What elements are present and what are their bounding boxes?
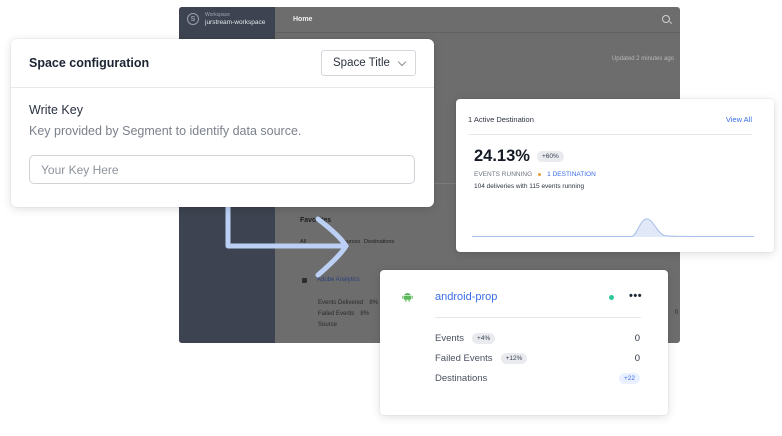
- card-divider: [435, 317, 641, 318]
- favorites-title: Favorites: [300, 217, 332, 224]
- status-indicator-icon: [609, 295, 614, 300]
- card-title: Space configuration: [29, 56, 150, 70]
- percent-value: 24.13%: [474, 147, 530, 165]
- tab-all[interactable]: All: [300, 239, 340, 245]
- active-destination-card: 1 Active Destination View All 24.13% +60…: [456, 99, 774, 252]
- row-value: 0: [634, 353, 640, 364]
- row-label: Events: [435, 333, 465, 344]
- write-key-label: Write Key: [29, 103, 83, 117]
- workspace-name: jurstream-workspace: [205, 18, 266, 26]
- favorites-tabs: All Sources Destinations: [300, 239, 394, 245]
- favorite-item-name[interactable]: Adobe Analytics: [317, 277, 360, 283]
- space-title-select[interactable]: Space Title: [321, 50, 416, 76]
- space-configuration-card: Space configuration Space Title Write Ke…: [11, 39, 434, 207]
- list-item: Destinations +22: [435, 373, 640, 384]
- percent-stat: 24.13% +60%: [474, 147, 564, 166]
- adobe-analytics-icon: [302, 278, 307, 283]
- deliveries-summary: 104 deliveries with 115 events running: [474, 183, 585, 190]
- destinations-count-badge[interactable]: +22: [618, 373, 640, 384]
- row-label: Destinations: [435, 373, 488, 384]
- select-value: Space Title: [333, 57, 390, 69]
- card-header: 1 Active Destination View All: [468, 115, 752, 135]
- write-key-input[interactable]: [29, 155, 415, 184]
- events-running-label: EVENTS RUNNING: [474, 171, 533, 178]
- workspace-switcher[interactable]: S Workspace jurstream-workspace: [187, 12, 266, 26]
- segment-logo-icon: S: [187, 13, 199, 26]
- row-value: 0: [634, 333, 640, 344]
- favorite-item-stats: Events Delivered 8% Failed Events 8% Sourc…: [318, 298, 378, 331]
- destination-count-link[interactable]: 1 DESTINATION: [547, 171, 596, 178]
- list-item: Failed Events +12% 0: [435, 353, 640, 364]
- android-source-card: android-prop ••• Events +4% 0 Failed Eve…: [380, 270, 668, 415]
- source-name-link[interactable]: android-prop: [435, 291, 497, 303]
- list-item: Events +4% 0: [435, 333, 640, 344]
- change-badge: +4%: [472, 333, 496, 344]
- list-item: Failed Events 8%: [318, 311, 370, 317]
- updated-timestamp: Updated 2 minutes ago: [611, 56, 674, 62]
- row-label: Failed Events: [435, 353, 493, 364]
- change-badge: +12%: [500, 353, 528, 364]
- write-key-description: Key provided by Segment to identify data…: [29, 124, 302, 138]
- card-title: 1 Active Destination: [468, 115, 534, 124]
- android-icon: [402, 293, 413, 302]
- separator-dot-icon: [538, 173, 542, 176]
- card-header: Space configuration Space Title: [11, 39, 434, 88]
- list-item: Source: [318, 322, 338, 328]
- more-options-icon[interactable]: •••: [629, 290, 642, 302]
- destination-meta: EVENTS RUNNING 1 DESTINATION: [474, 171, 596, 178]
- search-icon[interactable]: [662, 15, 670, 23]
- stat-value: 0: [674, 310, 678, 316]
- page-title: Home: [293, 16, 313, 23]
- sparkline-chart: [472, 218, 754, 237]
- change-badge: +60%: [536, 151, 564, 162]
- tab-sources[interactable]: Sources: [340, 239, 364, 245]
- view-all-link[interactable]: View All: [726, 115, 752, 134]
- chevron-down-icon: [397, 57, 407, 66]
- list-item: Events Delivered 8%: [318, 300, 379, 306]
- tab-destinations[interactable]: Destinations: [364, 239, 394, 245]
- app-topbar: Home: [275, 7, 680, 33]
